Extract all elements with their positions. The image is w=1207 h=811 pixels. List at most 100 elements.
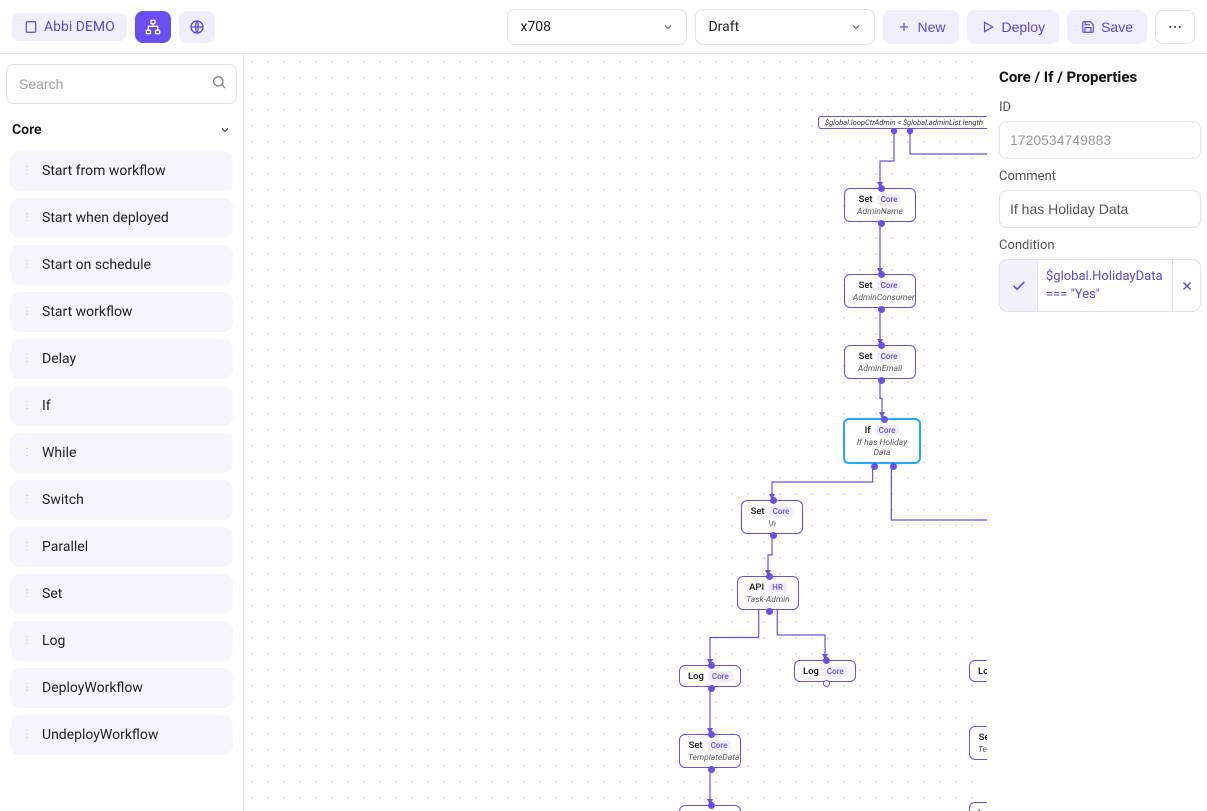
node-label: AdminEmail <box>853 364 907 374</box>
palette-item[interactable]: Start workflow <box>10 292 233 332</box>
search-input[interactable] <box>6 64 237 104</box>
flow-node[interactable]: LogCore <box>969 660 987 682</box>
node-port[interactable] <box>766 573 773 580</box>
node-port[interactable] <box>881 416 888 423</box>
node-kind: Log <box>803 666 819 677</box>
palette-item[interactable]: UndeployWorkflow <box>10 715 233 755</box>
drag-handle-icon <box>22 592 34 596</box>
condition-expression[interactable]: $global.HolidayData === "Yes" <box>1037 259 1173 312</box>
condition-row: $global.HolidayData === "Yes" <box>999 259 1201 312</box>
comment-field[interactable] <box>999 190 1201 228</box>
flow-node[interactable]: SetCoreAdminName <box>844 188 916 222</box>
state-select-value: Draft <box>708 19 739 35</box>
palette-item[interactable]: Log <box>10 621 233 661</box>
flow-node[interactable]: LogCore <box>679 665 741 687</box>
palette-item[interactable]: If <box>10 386 233 426</box>
node-port[interactable] <box>871 463 878 470</box>
node-port[interactable] <box>878 342 885 349</box>
drag-handle-icon <box>22 451 34 455</box>
workflow-graph-button[interactable] <box>135 11 171 43</box>
brand-pill[interactable]: Abbi DEMO <box>12 13 127 41</box>
drag-handle-icon <box>22 498 34 502</box>
palette-item[interactable]: Start on schedule <box>10 245 233 285</box>
palette-item-label: Start on schedule <box>42 257 151 273</box>
palette-item-label: Parallel <box>42 539 88 555</box>
id-label: ID <box>999 100 1201 115</box>
palette-item-label: Log <box>42 633 65 649</box>
flow-node[interactable]: Set Core AdminEmail <box>844 345 916 379</box>
palette-item[interactable]: Set <box>10 574 233 614</box>
node-kind: Log <box>978 666 987 677</box>
save-button[interactable]: Save <box>1067 10 1147 44</box>
node-tag: Core <box>823 666 848 677</box>
node-tag: Core <box>877 351 902 362</box>
palette-item[interactable]: While <box>10 433 233 473</box>
node-tag: Core <box>877 194 902 205</box>
drag-handle-icon <box>22 216 34 220</box>
palette-item-label: Start from workflow <box>42 163 166 179</box>
palette-item[interactable]: Start from workflow <box>10 151 233 191</box>
node-port[interactable] <box>708 766 715 773</box>
node-tag: Core <box>877 280 902 291</box>
flow-node[interactable]: LogCore <box>969 802 987 811</box>
node-kind: Set <box>859 351 873 362</box>
flow-node[interactable]: SetCore\n <box>741 500 803 534</box>
new-button[interactable]: New <box>883 10 959 44</box>
workflow-select[interactable]: x708 <box>507 9 687 45</box>
deploy-button[interactable]: Deploy <box>967 10 1059 44</box>
node-kind: Set <box>979 732 987 743</box>
canvas[interactable]: $global.loopCtrAdmin < $global.adminList… <box>244 54 987 811</box>
more-button[interactable] <box>1155 10 1195 44</box>
props-breadcrumb: Core / If / Properties <box>999 68 1201 86</box>
node-port[interactable] <box>823 680 830 687</box>
node-port[interactable] <box>770 532 777 539</box>
palette-item-label: Switch <box>42 492 84 508</box>
node-tag: Core <box>707 740 732 751</box>
drag-handle-icon <box>22 263 34 267</box>
palette-item-label: Set <box>42 586 62 602</box>
palette-item[interactable]: Parallel <box>10 527 233 567</box>
drag-handle-icon <box>22 310 34 314</box>
flow-node[interactable]: SetCoreAdminConsumer <box>844 274 916 308</box>
node-port[interactable] <box>878 220 885 227</box>
flow-node[interactable]: SetCoreTemplateData <box>969 726 987 760</box>
condition-check[interactable] <box>999 259 1037 312</box>
workflow-select-value: x708 <box>520 19 551 35</box>
node-port[interactable] <box>708 731 715 738</box>
flow-node[interactable]: APIHRTask-Admin <box>737 576 799 610</box>
node-port[interactable] <box>708 662 715 669</box>
node-port[interactable] <box>878 271 885 278</box>
palette-item-label: UndeployWorkflow <box>42 727 158 743</box>
flow-node[interactable]: IfCoreIf has Holiday Data <box>843 418 921 464</box>
palette-group-label: Core <box>12 122 42 138</box>
palette-group-header[interactable]: Core <box>6 116 237 144</box>
flow-node[interactable]: LogCore <box>679 805 741 811</box>
node-kind: API <box>749 582 764 593</box>
node-kind: Set <box>751 506 765 517</box>
node-label: Task-Admin <box>746 595 790 605</box>
node-port[interactable] <box>878 306 885 313</box>
condition-remove[interactable] <box>1173 259 1201 312</box>
node-port[interactable] <box>766 608 773 615</box>
palette-item[interactable]: Delay <box>10 339 233 379</box>
palette-item[interactable]: DeployWorkflow <box>10 668 233 708</box>
palette-item-label: Start when deployed <box>42 210 169 226</box>
globe-button[interactable] <box>179 11 215 43</box>
state-select[interactable]: Draft <box>695 9 875 45</box>
node-port[interactable] <box>890 463 897 470</box>
node-kind: Set <box>859 194 873 205</box>
palette-item[interactable]: Switch <box>10 480 233 520</box>
flow-node[interactable]: Log Core <box>794 660 856 682</box>
node-port[interactable] <box>823 657 830 664</box>
node-port[interactable] <box>708 685 715 692</box>
building-icon <box>24 20 38 34</box>
node-port[interactable] <box>708 802 715 809</box>
node-kind: Set <box>859 280 873 291</box>
node-port[interactable] <box>878 185 885 192</box>
node-port[interactable] <box>878 377 885 384</box>
palette-item[interactable]: Start when deployed <box>10 198 233 238</box>
node-port[interactable] <box>770 497 777 504</box>
palette-list: Start from workflow Start when deployed St… <box>6 151 237 755</box>
drag-handle-icon <box>22 733 34 737</box>
flow-node[interactable]: SetCoreTemplateData <box>679 734 741 768</box>
